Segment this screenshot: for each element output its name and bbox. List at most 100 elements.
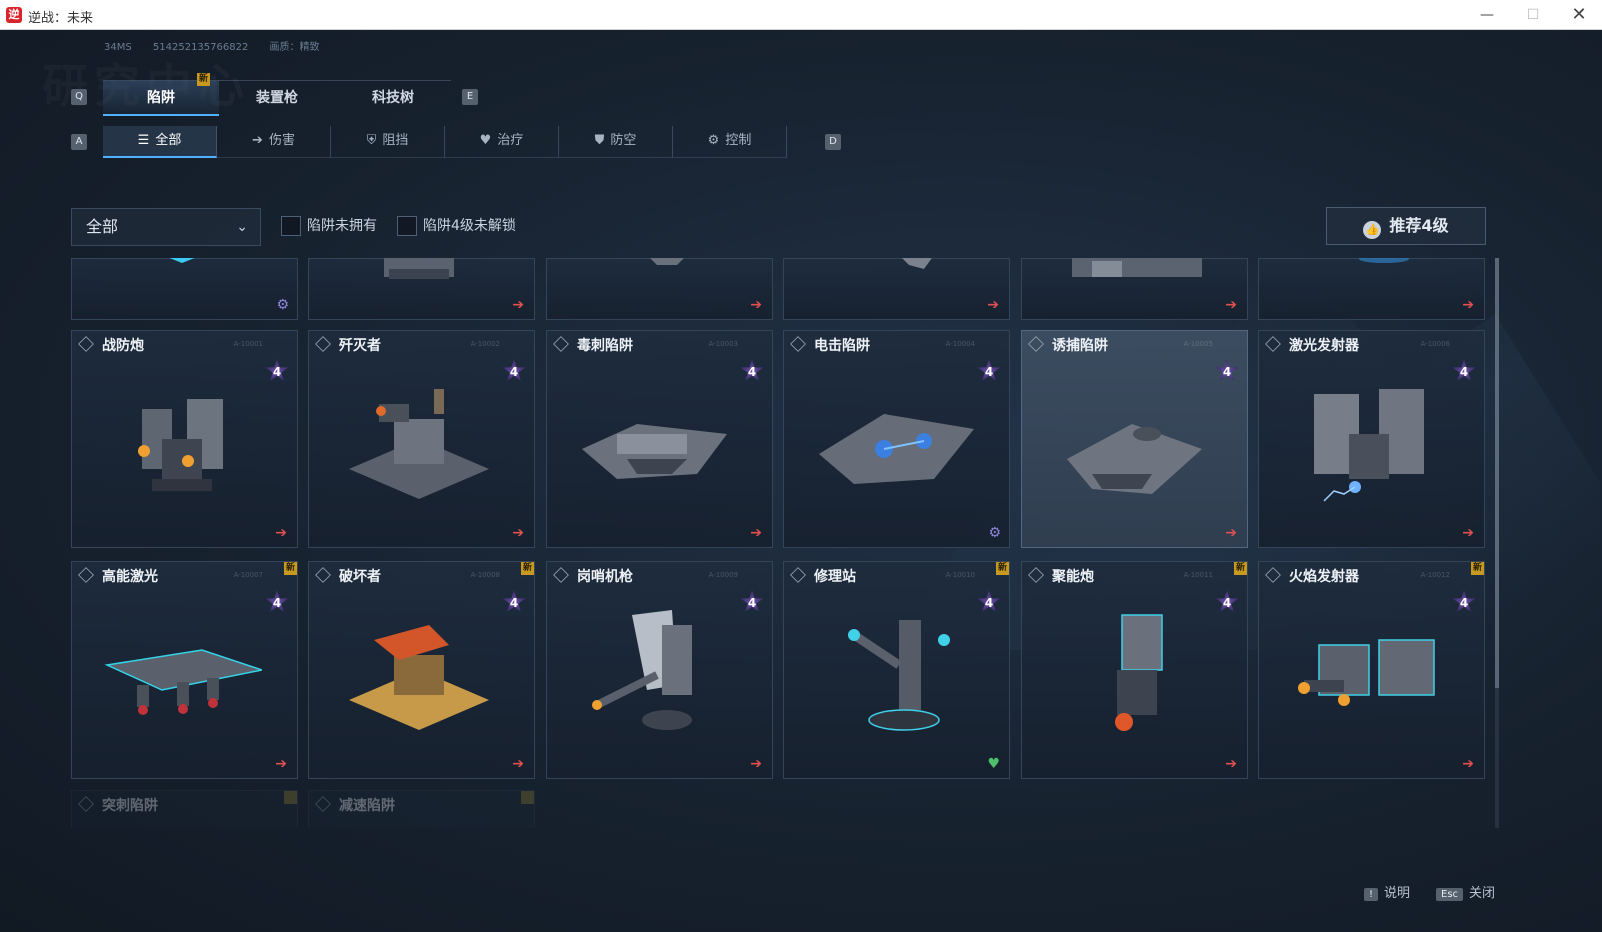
trap-type-icon [553, 567, 569, 583]
gear-icon: ⚙ [707, 133, 720, 148]
trap-card[interactable]: ➔ [783, 258, 1010, 320]
not-owned-checkbox[interactable] [281, 216, 301, 236]
close-button[interactable]: Esc 关闭 [1436, 882, 1495, 901]
minimize-button[interactable]: — [1464, 0, 1510, 30]
trap-card-sentry-gun[interactable]: 岗哨机枪 A-10009 4 ➔ [546, 561, 773, 779]
trap-type-icon [790, 567, 806, 583]
card-serial: A-10003 [708, 340, 738, 348]
subtab-block-label: 阻挡 [382, 133, 409, 148]
subtab-all[interactable]: ☰ 全部 [103, 126, 217, 158]
tab-tech-tree-label: 科技树 [372, 90, 414, 106]
new-badge: 新 [197, 73, 210, 86]
trap-card-slow-trap[interactable]: 减速陷阱 [308, 790, 535, 828]
debug-info: 34MS 514252135766822 画质：精致 [104, 38, 338, 53]
details-arrow-icon[interactable]: ➔ [275, 525, 287, 541]
level4-locked-checkbox[interactable] [397, 216, 417, 236]
grid-scrollbar[interactable] [1495, 258, 1499, 828]
prev-tab-key-hint[interactable]: Q [71, 89, 87, 105]
maximize-button[interactable]: ☐ [1510, 0, 1556, 30]
card-serial: A-10001 [233, 340, 263, 348]
close-label: 关闭 [1469, 886, 1496, 901]
details-arrow-icon[interactable]: ➔ [750, 756, 762, 772]
trap-card[interactable]: ➔ [546, 258, 773, 320]
card-serial: A-10008 [470, 571, 500, 579]
app-logo-icon: 逆 [6, 7, 22, 23]
trap-card-focus-cannon[interactable]: 聚能炮 A-10011 新 4 ➔ [1021, 561, 1248, 779]
recommend-label: 推荐4级 [1389, 216, 1449, 235]
details-arrow-icon[interactable]: ➔ [1225, 297, 1237, 313]
trap-type-icon [1028, 567, 1044, 583]
trap-type-icon [790, 336, 806, 352]
category-dropdown[interactable]: 全部 ⌄ [71, 208, 261, 246]
recommend-level4-button[interactable]: 👍 推荐4级 [1326, 207, 1486, 245]
next-tab-key-hint[interactable]: E [462, 89, 478, 105]
thumbs-up-icon: 👍 [1363, 221, 1382, 239]
level-star-badge: 4 [265, 359, 289, 381]
chevron-down-icon: ⌄ [236, 219, 248, 235]
scrollbar-thumb[interactable] [1495, 258, 1499, 688]
level-star-badge: 4 [502, 590, 526, 612]
subtab-block[interactable]: ⛨ 阻挡 [331, 126, 445, 158]
trap-name: 聚能炮 [1052, 569, 1094, 585]
details-arrow-icon[interactable]: ➔ [1462, 525, 1474, 541]
heart-icon: ♥ [987, 756, 1000, 772]
details-arrow-icon[interactable]: ➔ [987, 297, 999, 313]
trap-type-icon [78, 796, 94, 812]
research-center-screen: 研究中心 34MS 514252135766822 画质：精致 Q 陷阱 新 装… [0, 30, 1602, 932]
details-arrow-icon[interactable]: ➔ [512, 756, 524, 772]
card-serial: A-10007 [233, 571, 263, 579]
trap-card-spike-trap[interactable]: 突刺陷阱 [71, 790, 298, 828]
details-arrow-icon[interactable]: ➔ [275, 756, 287, 772]
trap-card[interactable]: ➔ [1021, 258, 1248, 320]
close-window-button[interactable]: ✕ [1556, 0, 1602, 30]
details-arrow-icon[interactable]: ➔ [750, 297, 762, 313]
details-arrow-icon[interactable]: ➔ [512, 525, 524, 541]
details-arrow-icon[interactable]: ➔ [512, 297, 524, 313]
trap-art [1115, 614, 1163, 731]
trap-name: 毒刺陷阱 [577, 338, 633, 354]
details-arrow-icon[interactable]: ➔ [1225, 525, 1237, 541]
new-badge: 新 [1471, 562, 1484, 575]
subtab-antiair[interactable]: ⛊ 防空 [559, 126, 673, 158]
trap-type-icon [315, 336, 331, 352]
level-star-badge: 4 [1215, 359, 1239, 381]
prev-subtab-key-hint[interactable]: A [71, 134, 87, 150]
details-arrow-icon[interactable]: ➔ [750, 525, 762, 541]
details-arrow-icon[interactable]: ➔ [1225, 756, 1237, 772]
help-key-hint: ! [1364, 888, 1379, 901]
new-badge: 新 [284, 562, 297, 575]
trap-name: 高能激光 [102, 569, 158, 585]
trap-card-anti-vehicle-cannon[interactable]: 战防炮 A-10001 4 ➔ [71, 330, 298, 548]
details-arrow-icon[interactable]: ➔ [1462, 297, 1474, 313]
level4-locked-label[interactable]: 陷阱4级未解锁 [423, 216, 516, 236]
subtab-control[interactable]: ⚙ 控制 [673, 126, 787, 158]
level-star-badge: 4 [1215, 590, 1239, 612]
trap-card-repair-station[interactable]: 修理站 A-10010 新 4 ♥ [783, 561, 1010, 779]
list-icon: ☰ [137, 133, 150, 148]
trap-card[interactable]: ➔ [308, 258, 535, 320]
help-button[interactable]: ! 说明 [1364, 882, 1410, 901]
tab-device-guns[interactable]: 装置枪 [219, 80, 335, 116]
new-badge [284, 791, 297, 804]
card-serial: A-10010 [945, 571, 975, 579]
antiair-icon: ⛊ [594, 133, 605, 148]
not-owned-label[interactable]: 陷阱未拥有 [307, 216, 377, 236]
trap-card-laser-emitter[interactable]: 激光发射器 A-10006 4 ➔ [1258, 330, 1485, 548]
trap-card-annihilator[interactable]: 歼灭者 A-10002 4 ➔ [308, 330, 535, 548]
trap-card-destroyer[interactable]: 破坏者 A-10008 新 4 ➔ [308, 561, 535, 779]
tab-tech-tree[interactable]: 科技树 [335, 80, 451, 116]
trap-card-shock-trap[interactable]: 电击陷阱 A-10004 4 ⚙ [783, 330, 1010, 548]
trap-card-sting-trap[interactable]: 毒刺陷阱 A-10003 4 ➔ [546, 330, 773, 548]
trap-card-high-energy-laser[interactable]: 高能激光 A-10007 新 4 ➔ [71, 561, 298, 779]
trap-card[interactable]: ⚙ [71, 258, 298, 320]
subtab-damage[interactable]: ➔ 伤害 [217, 126, 331, 158]
subtab-heal[interactable]: ♥ 治疗 [445, 126, 559, 158]
trap-card-lure-trap[interactable]: 诱捕陷阱 A-10005 4 ➔ [1021, 330, 1248, 548]
trap-card[interactable]: ➔ [1258, 258, 1485, 320]
trap-card-flamethrower[interactable]: 火焰发射器 A-10012 新 4 ➔ [1258, 561, 1485, 779]
details-arrow-icon[interactable]: ➔ [1462, 756, 1474, 772]
trap-name: 激光发射器 [1289, 338, 1359, 354]
trap-art [1359, 258, 1409, 263]
trap-art [384, 258, 454, 279]
next-subtab-key-hint[interactable]: D [825, 134, 841, 150]
